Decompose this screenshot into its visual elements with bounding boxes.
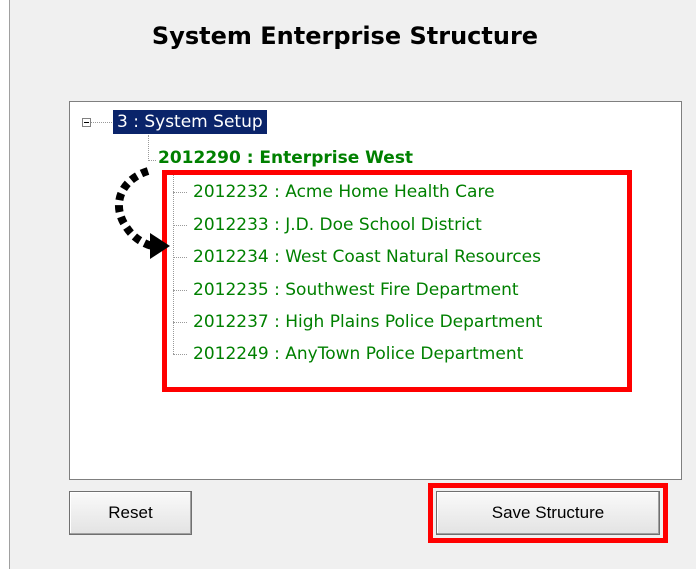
save-button-highlight	[428, 483, 668, 543]
reset-button[interactable]: Reset	[69, 491, 192, 535]
